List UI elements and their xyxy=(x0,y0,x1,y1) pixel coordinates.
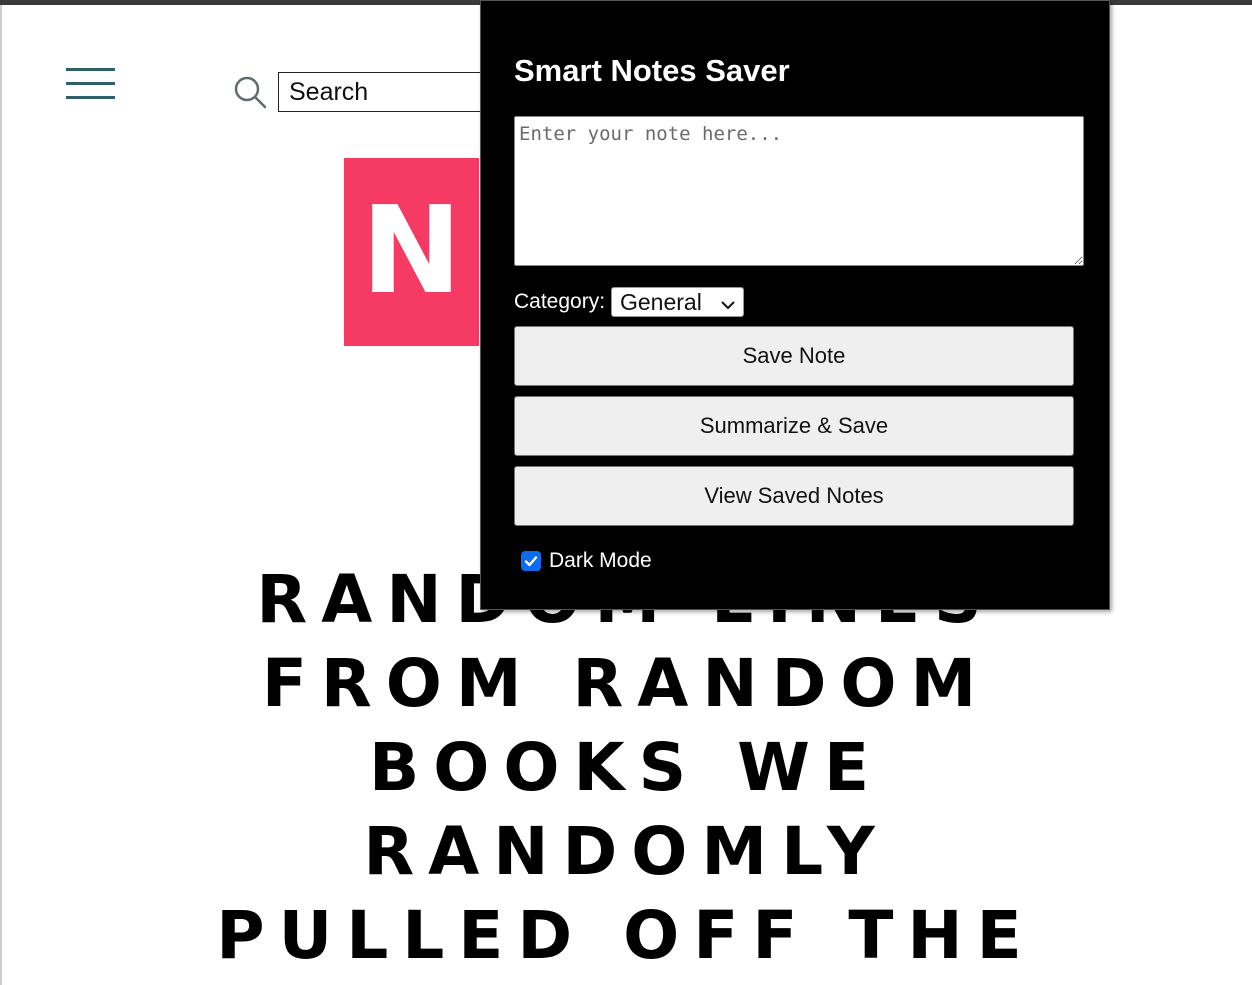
category-selected-value: General xyxy=(620,289,702,315)
checkmark-icon xyxy=(524,556,538,567)
dark-mode-checkbox[interactable] xyxy=(521,551,541,571)
article-headline: RANDOM LINES FROM RANDOM BOOKS WE RANDOM… xyxy=(0,558,1252,978)
site-logo[interactable]: N xyxy=(344,158,479,346)
note-textarea[interactable] xyxy=(514,116,1084,266)
headline-line: FROM RANDOM xyxy=(261,645,991,722)
smart-notes-popup: Smart Notes Saver Category: General Save… xyxy=(480,0,1110,610)
headline-line: RANDOMLY xyxy=(363,813,889,890)
chevron-down-icon xyxy=(721,297,735,310)
menu-bar xyxy=(66,82,115,85)
save-note-button[interactable]: Save Note xyxy=(514,326,1074,386)
view-saved-notes-button[interactable]: View Saved Notes xyxy=(514,466,1074,526)
hamburger-menu-icon[interactable] xyxy=(62,64,118,104)
headline-line: PULLED OFF THE xyxy=(216,897,1036,974)
category-select[interactable]: General xyxy=(611,287,744,317)
summarize-save-button[interactable]: Summarize & Save xyxy=(514,396,1074,456)
logo-letter: N xyxy=(361,182,462,321)
popup-title: Smart Notes Saver xyxy=(514,53,790,88)
category-label: Category: xyxy=(514,290,606,313)
search-icon[interactable] xyxy=(232,74,268,110)
headline-line: BOOKS WE xyxy=(368,729,884,806)
menu-bar xyxy=(66,68,115,71)
dark-mode-label: Dark Mode xyxy=(549,549,652,572)
menu-bar xyxy=(66,96,115,99)
dark-mode-row: Dark Mode xyxy=(521,549,652,573)
